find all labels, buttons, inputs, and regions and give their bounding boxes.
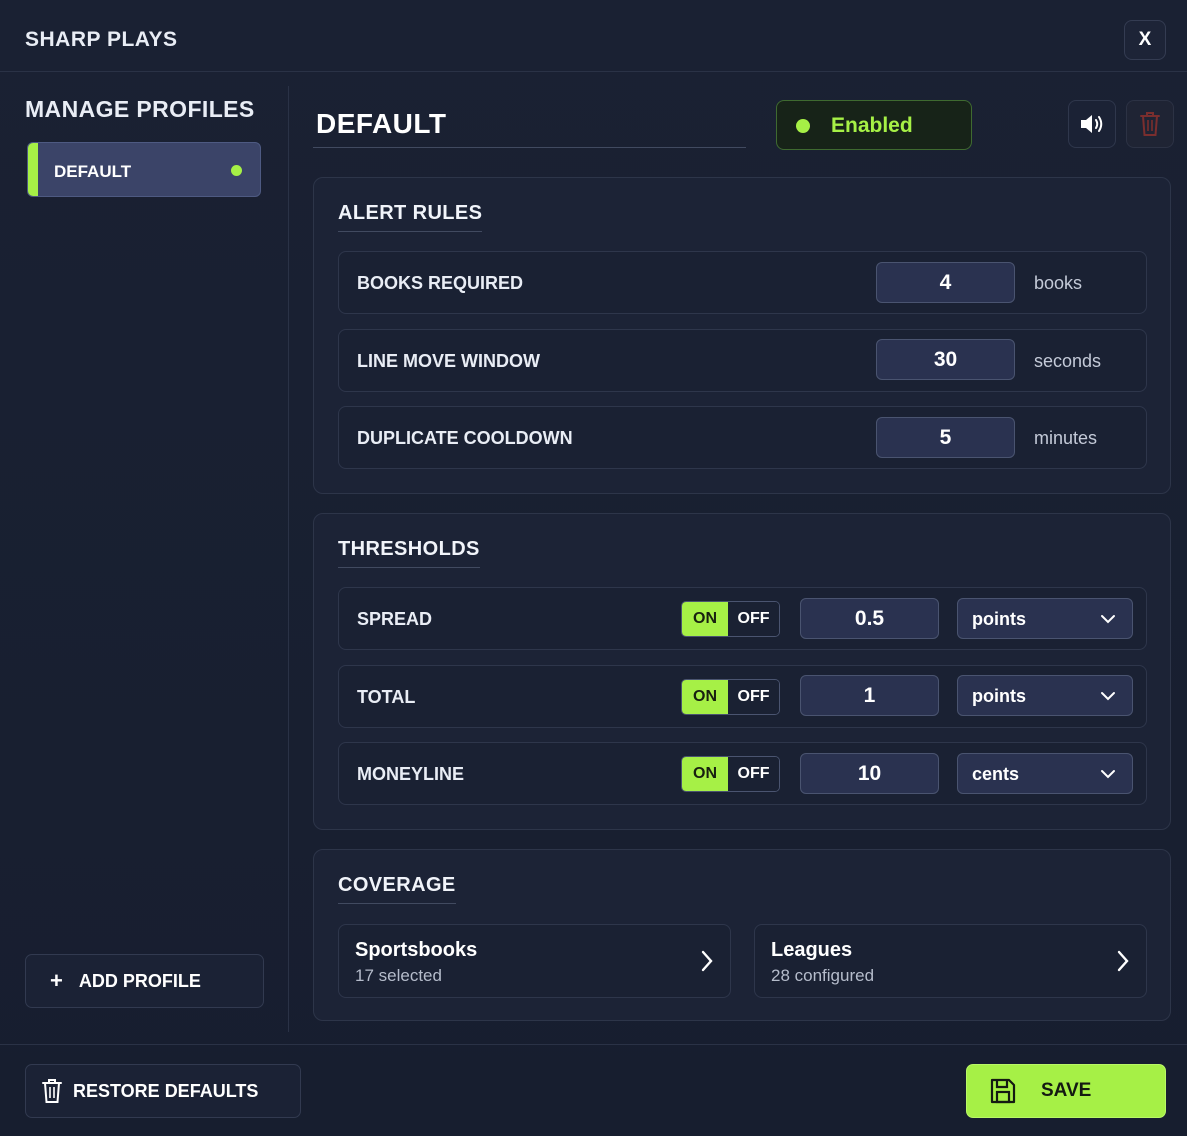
trash-icon <box>42 1079 62 1103</box>
active-status-dot <box>231 165 242 176</box>
sound-button[interactable] <box>1068 100 1116 148</box>
threshold-label: SPREAD <box>357 609 433 629</box>
threshold-label: MONEYLINE <box>357 764 465 784</box>
rule-row-duplicate-cooldown: DUPLICATE COOLDOWN 5 minutes <box>338 406 1147 469</box>
card-subtitle: 17 selected <box>355 966 442 985</box>
select-value: cents <box>972 764 1020 784</box>
chevron-down-icon <box>1101 770 1115 779</box>
books-required-input[interactable]: 4 <box>876 262 1015 303</box>
spread-value-input[interactable]: 0.5 <box>800 598 939 639</box>
enabled-status-dot <box>796 119 810 133</box>
select-value: points <box>972 609 1026 629</box>
section-title: COVERAGE <box>338 874 456 904</box>
chevron-right-icon <box>701 950 713 972</box>
alert-rules-section: ALERT RULES BOOKS REQUIRED 4 books LINE … <box>313 177 1171 494</box>
rule-unit: books <box>1034 273 1083 293</box>
profile-item-label: DEFAULT <box>54 162 132 181</box>
modal-header: SHARP PLAYS X <box>0 0 1187 72</box>
speaker-icon <box>1081 115 1103 133</box>
total-value-input[interactable]: 1 <box>800 675 939 716</box>
line-move-window-input[interactable]: 30 <box>876 339 1015 380</box>
rule-row-line-move-window: LINE MOVE WINDOW 30 seconds <box>338 329 1147 392</box>
sportsbooks-card[interactable]: Sportsbooks 17 selected <box>338 924 731 998</box>
save-button[interactable]: SAVE <box>966 1064 1166 1118</box>
enabled-label: Enabled <box>831 114 913 137</box>
card-title: Leagues <box>771 939 853 961</box>
footer-divider <box>0 1044 1187 1045</box>
close-button[interactable]: X <box>1124 20 1166 60</box>
toggle-on-option[interactable]: ON <box>682 757 728 791</box>
rule-label: BOOKS REQUIRED <box>357 273 524 293</box>
chevron-down-icon <box>1101 615 1115 624</box>
total-on-off-toggle[interactable]: ON OFF <box>681 679 780 715</box>
chevron-right-icon <box>1117 950 1129 972</box>
toggle-off-option[interactable]: OFF <box>728 602 779 636</box>
section-title: ALERT RULES <box>338 202 483 232</box>
section-title: THRESHOLDS <box>338 538 480 568</box>
plus-icon: + <box>50 968 63 993</box>
floppy-disk-icon <box>990 1078 1016 1104</box>
active-indicator-bar <box>28 143 38 196</box>
select-value: points <box>972 686 1026 706</box>
profile-name-field[interactable]: DEFAULT <box>313 100 746 148</box>
total-unit-select[interactable]: points <box>957 675 1133 716</box>
threshold-row-total: TOTAL ON OFF 1 points <box>338 665 1147 728</box>
restore-defaults-label: RESTORE DEFAULTS <box>73 1080 259 1101</box>
rule-label: LINE MOVE WINDOW <box>357 351 540 371</box>
delete-profile-button[interactable] <box>1126 100 1174 148</box>
add-profile-button[interactable]: + ADD PROFILE <box>25 954 264 1008</box>
toggle-on-option[interactable]: ON <box>682 602 728 636</box>
threshold-row-moneyline: MONEYLINE ON OFF 10 cents <box>338 742 1147 805</box>
trash-icon <box>1140 112 1160 136</box>
rule-label: DUPLICATE COOLDOWN <box>357 428 573 448</box>
toggle-off-option[interactable]: OFF <box>728 680 779 714</box>
settings-modal: SHARP PLAYS X MANAGE PROFILES DEFAULT + … <box>0 0 1187 1136</box>
sidebar-divider <box>288 86 289 1032</box>
save-label: SAVE <box>1041 1080 1092 1101</box>
toggle-on-option[interactable]: ON <box>682 680 728 714</box>
card-title: Sportsbooks <box>355 939 478 961</box>
duplicate-cooldown-input[interactable]: 5 <box>876 417 1015 458</box>
spread-unit-select[interactable]: points <box>957 598 1133 639</box>
restore-defaults-button[interactable]: RESTORE DEFAULTS <box>25 1064 301 1118</box>
threshold-row-spread: SPREAD ON OFF 0.5 points <box>338 587 1147 650</box>
toggle-off-option[interactable]: OFF <box>728 757 779 791</box>
profile-name-text: DEFAULT <box>316 108 447 139</box>
rule-unit: seconds <box>1034 351 1102 371</box>
sidebar-title: MANAGE PROFILES <box>25 96 255 122</box>
rule-row-books-required: BOOKS REQUIRED 4 books <box>338 251 1147 314</box>
profile-item-default[interactable]: DEFAULT <box>27 142 261 197</box>
coverage-section: COVERAGE Sportsbooks 17 selected Leagues… <box>313 849 1171 1021</box>
spread-on-off-toggle[interactable]: ON OFF <box>681 601 780 637</box>
app-title: SHARP PLAYS <box>25 28 178 51</box>
card-subtitle: 28 configured <box>771 966 875 985</box>
chevron-down-icon <box>1101 692 1115 701</box>
moneyline-unit-select[interactable]: cents <box>957 753 1133 794</box>
add-profile-label: ADD PROFILE <box>78 970 201 991</box>
moneyline-on-off-toggle[interactable]: ON OFF <box>681 756 780 792</box>
leagues-card[interactable]: Leagues 28 configured <box>754 924 1147 998</box>
rule-unit: minutes <box>1034 428 1098 448</box>
thresholds-section: THRESHOLDS SPREAD ON OFF 0.5 points TOTA… <box>313 513 1171 830</box>
enabled-toggle[interactable]: Enabled <box>776 100 972 150</box>
threshold-label: TOTAL <box>357 687 416 707</box>
moneyline-value-input[interactable]: 10 <box>800 753 939 794</box>
